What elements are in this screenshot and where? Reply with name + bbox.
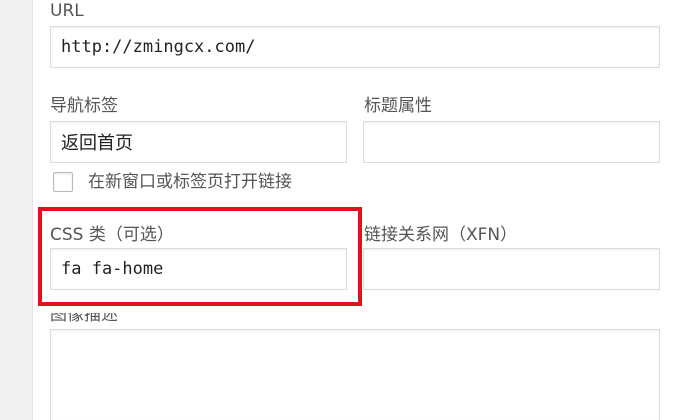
open-new-tab-checkbox[interactable] xyxy=(53,172,73,192)
xfn-label: 链接关系网（XFN） xyxy=(364,225,518,245)
title-attribute-label: 标题属性 xyxy=(364,96,432,116)
description-textarea[interactable] xyxy=(50,329,660,420)
url-field[interactable]: http://zmingcx.com/ xyxy=(50,26,660,68)
xfn-field[interactable] xyxy=(363,248,660,290)
open-new-tab-label: 在新窗口或标签页打开链接 xyxy=(88,172,292,192)
title-attribute-field[interactable] xyxy=(363,121,660,163)
annotation-highlight-box xyxy=(38,207,362,306)
nav-label-label: 导航标签 xyxy=(50,96,118,116)
url-label: URL xyxy=(50,1,84,21)
nav-label-field[interactable]: 返回首页 xyxy=(50,121,347,163)
